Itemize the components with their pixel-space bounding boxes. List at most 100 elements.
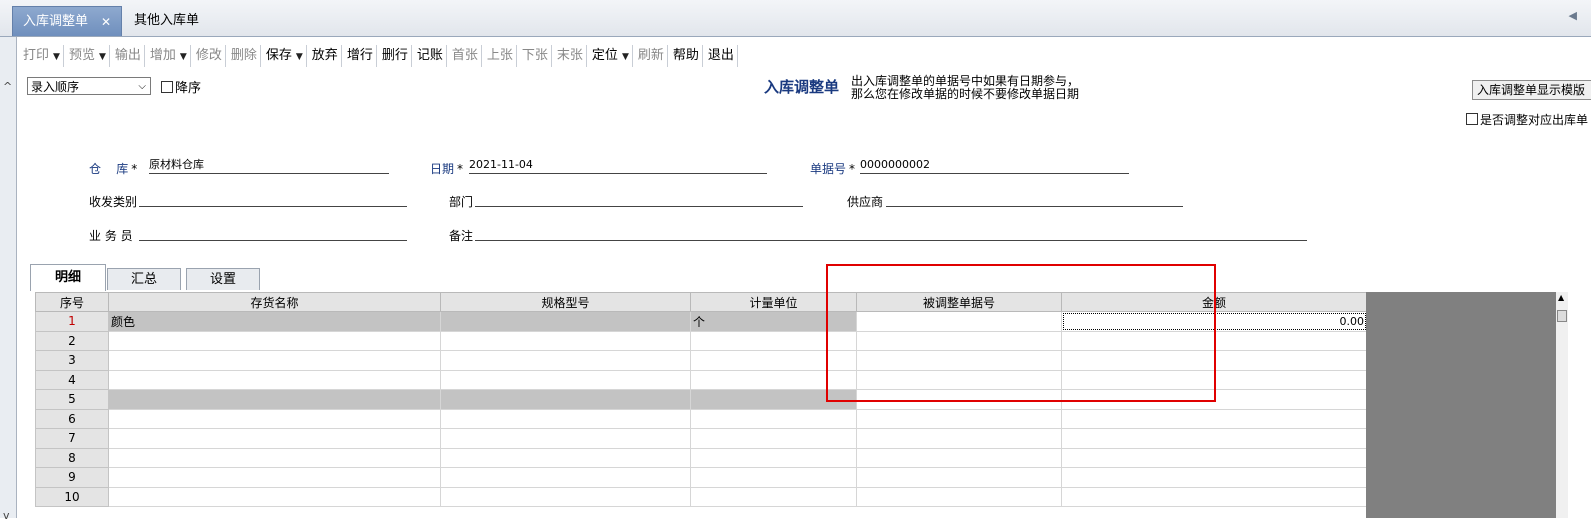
cell-amount[interactable] bbox=[1061, 389, 1367, 410]
cell-amount[interactable] bbox=[1061, 408, 1367, 429]
checkbox-box[interactable] bbox=[1466, 113, 1478, 125]
warehouse-field[interactable]: 原材料仓库 bbox=[149, 159, 389, 174]
tab-settings[interactable]: 设置 bbox=[186, 268, 260, 290]
cell-unit[interactable] bbox=[690, 369, 857, 390]
cell-unit[interactable] bbox=[690, 467, 857, 488]
toolbar-button-0[interactable]: 打印 ▼ bbox=[20, 45, 64, 67]
cell-spec[interactable] bbox=[440, 408, 691, 429]
cell-spec[interactable] bbox=[440, 350, 691, 371]
dropdown-arrow-icon[interactable]: ▼ bbox=[296, 52, 303, 62]
chevron-up-icon[interactable]: ^ bbox=[3, 80, 12, 93]
tab-other-inbound[interactable]: 其他入库单 bbox=[126, 6, 207, 36]
cell-spec[interactable] bbox=[440, 428, 691, 449]
cell-item-name[interactable]: 颜色 bbox=[108, 311, 441, 332]
scroll-thumb[interactable] bbox=[1557, 310, 1567, 322]
toolbar-button-2[interactable]: 输出 bbox=[112, 45, 145, 67]
toolbar-button-6[interactable]: 保存 ▼ bbox=[263, 45, 307, 67]
display-template-select[interactable]: 入库调整单显示模版 bbox=[1472, 80, 1591, 100]
cell-item-name[interactable] bbox=[108, 350, 441, 371]
toolbar-button-12[interactable]: 上张 bbox=[484, 45, 517, 67]
docno-field[interactable]: 0000000002 bbox=[860, 159, 1129, 174]
cell-ref-docno[interactable] bbox=[856, 408, 1062, 429]
toolbar-button-1[interactable]: 预览 ▼ bbox=[66, 45, 110, 67]
cell-amount[interactable] bbox=[1061, 447, 1367, 468]
cell-item-name[interactable] bbox=[108, 408, 441, 429]
cell-spec[interactable] bbox=[440, 311, 691, 332]
category-field[interactable] bbox=[139, 192, 407, 207]
chevron-down-icon[interactable]: v bbox=[3, 509, 10, 522]
cell-ref-docno[interactable] bbox=[856, 486, 1062, 507]
cell-amount[interactable] bbox=[1061, 369, 1367, 390]
cell-spec[interactable] bbox=[440, 369, 691, 390]
department-field[interactable] bbox=[475, 192, 803, 207]
vertical-scrollbar[interactable]: ▲ bbox=[1556, 292, 1568, 518]
col-header-amount[interactable]: 金额 bbox=[1061, 292, 1367, 312]
clerk-field[interactable] bbox=[139, 226, 407, 241]
col-header-ref-docno[interactable]: 被调整单据号 bbox=[856, 292, 1062, 312]
cell-item-name[interactable] bbox=[108, 447, 441, 468]
cell-ref-docno[interactable] bbox=[856, 467, 1062, 488]
date-field[interactable]: 2021-11-04 bbox=[469, 159, 767, 174]
cell-spec[interactable] bbox=[440, 330, 691, 351]
cell-spec[interactable] bbox=[440, 447, 691, 468]
toolbar-button-9[interactable]: 删行 bbox=[379, 45, 412, 67]
cell-item-name[interactable] bbox=[108, 330, 441, 351]
cell-unit[interactable] bbox=[690, 428, 857, 449]
descending-checkbox[interactable]: 降序 bbox=[161, 77, 201, 96]
table-row[interactable]: 9 bbox=[35, 467, 1367, 488]
toolbar-button-7[interactable]: 放弃 bbox=[309, 45, 342, 67]
table-row[interactable]: 3 bbox=[35, 350, 1367, 371]
toolbar-button-4[interactable]: 修改 bbox=[193, 45, 226, 67]
cell-ref-docno[interactable] bbox=[856, 311, 1062, 332]
adjust-outbound-checkbox[interactable]: 是否调整对应出库单 bbox=[1466, 111, 1588, 128]
entry-order-select[interactable]: 录入顺序 ⌵ bbox=[27, 77, 151, 95]
cell-unit[interactable]: 个 bbox=[690, 311, 857, 332]
tab-summary[interactable]: 汇总 bbox=[107, 268, 181, 290]
cell-unit[interactable] bbox=[690, 447, 857, 468]
cell-ref-docno[interactable] bbox=[856, 350, 1062, 371]
toolbar-button-15[interactable]: 定位 ▼ bbox=[589, 45, 633, 67]
cell-item-name[interactable] bbox=[108, 389, 441, 410]
cell-amount[interactable] bbox=[1061, 467, 1367, 488]
cell-item-name[interactable] bbox=[108, 369, 441, 390]
tab-inbound-adjustment[interactable]: 入库调整单 ✕ bbox=[12, 6, 122, 36]
scroll-up-icon[interactable]: ▲ bbox=[1558, 293, 1564, 302]
supplier-field[interactable] bbox=[886, 192, 1183, 207]
col-header-no[interactable]: 序号 bbox=[35, 292, 109, 312]
cell-amount[interactable] bbox=[1061, 486, 1367, 507]
cell-item-name[interactable] bbox=[108, 486, 441, 507]
cell-ref-docno[interactable] bbox=[856, 428, 1062, 449]
table-row[interactable]: 7 bbox=[35, 428, 1367, 449]
cell-item-name[interactable] bbox=[108, 467, 441, 488]
table-row[interactable]: 4 bbox=[35, 369, 1367, 390]
toolbar-button-3[interactable]: 增加 ▼ bbox=[147, 45, 191, 67]
cell-unit[interactable] bbox=[690, 389, 857, 410]
dropdown-arrow-icon[interactable]: ▼ bbox=[622, 52, 629, 62]
toolbar-button-17[interactable]: 帮助 bbox=[670, 45, 703, 67]
cell-ref-docno[interactable] bbox=[856, 369, 1062, 390]
cell-spec[interactable] bbox=[440, 467, 691, 488]
col-header-unit[interactable]: 计量单位 bbox=[690, 292, 857, 312]
table-row[interactable]: 10 bbox=[35, 486, 1367, 507]
table-row[interactable]: 6 bbox=[35, 408, 1367, 429]
table-row[interactable]: 1 颜色 个 0.00 bbox=[35, 311, 1367, 332]
cell-ref-docno[interactable] bbox=[856, 389, 1062, 410]
cell-amount[interactable] bbox=[1061, 330, 1367, 351]
scroll-left-icon[interactable]: ◀ bbox=[1569, 9, 1577, 22]
table-row[interactable]: 5 bbox=[35, 389, 1367, 410]
cell-unit[interactable] bbox=[690, 350, 857, 371]
cell-spec[interactable] bbox=[440, 389, 691, 410]
toolbar-button-13[interactable]: 下张 bbox=[519, 45, 552, 67]
col-header-spec[interactable]: 规格型号 bbox=[440, 292, 691, 312]
dropdown-arrow-icon[interactable]: ▼ bbox=[53, 52, 60, 62]
cell-unit[interactable] bbox=[690, 486, 857, 507]
cell-unit[interactable] bbox=[690, 330, 857, 351]
cell-item-name[interactable] bbox=[108, 428, 441, 449]
dropdown-arrow-icon[interactable]: ▼ bbox=[99, 52, 106, 62]
cell-amount[interactable] bbox=[1061, 350, 1367, 371]
toolbar-button-8[interactable]: 增行 bbox=[344, 45, 377, 67]
toolbar-button-5[interactable]: 删除 bbox=[228, 45, 261, 67]
toolbar-button-11[interactable]: 首张 bbox=[449, 45, 482, 67]
toolbar-button-16[interactable]: 刷新 bbox=[635, 45, 668, 67]
cell-ref-docno[interactable] bbox=[856, 330, 1062, 351]
